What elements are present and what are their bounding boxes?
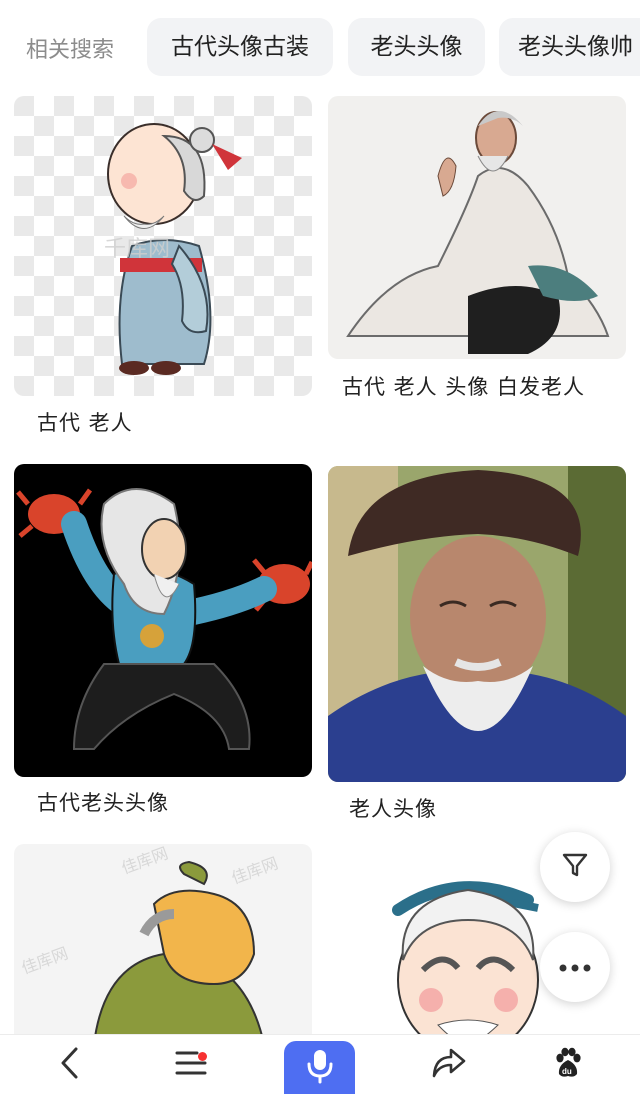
result-image[interactable] [328,96,626,359]
result-image[interactable] [328,466,626,782]
voice-search-button[interactable] [284,1041,355,1094]
related-chip[interactable]: 老头头像 [348,18,485,76]
result-image[interactable]: 佳库网 佳库网 佳库网 [14,844,312,1044]
svg-text:千库网: 千库网 [104,236,170,261]
related-chip[interactable]: 老头头像帅 [499,18,640,76]
related-search-bar: 相关搜索 古代头像古装 老头头像 老头头像帅 [0,0,640,90]
more-icon [558,958,592,977]
baidu-home-button[interactable]: du [528,1035,608,1094]
result-image[interactable]: 千库网 [14,96,312,396]
back-button[interactable] [30,1035,110,1094]
menu-button[interactable] [151,1035,231,1094]
share-button[interactable] [409,1035,489,1094]
result-caption[interactable]: 老人头像 [349,790,609,828]
result-caption[interactable]: 古代 老人 [37,404,297,442]
microphone-icon [305,1048,335,1088]
baidu-paw-icon: du [552,1047,584,1083]
result-caption[interactable]: 古代 老人 头像 白发老人 [342,368,612,406]
share-icon [431,1047,467,1083]
bottom-nav: du [0,1034,640,1094]
filter-button[interactable] [540,832,610,902]
filter-icon [560,850,590,884]
back-icon [58,1045,82,1085]
more-button[interactable] [540,932,610,1002]
svg-text:du: du [562,1067,572,1076]
result-image[interactable] [14,464,312,777]
related-chip[interactable]: 古代头像古装 [147,18,333,76]
related-search-title: 相关搜索 [26,38,115,63]
result-caption[interactable]: 古代老头头像 [37,784,297,822]
notification-dot [198,1052,207,1061]
